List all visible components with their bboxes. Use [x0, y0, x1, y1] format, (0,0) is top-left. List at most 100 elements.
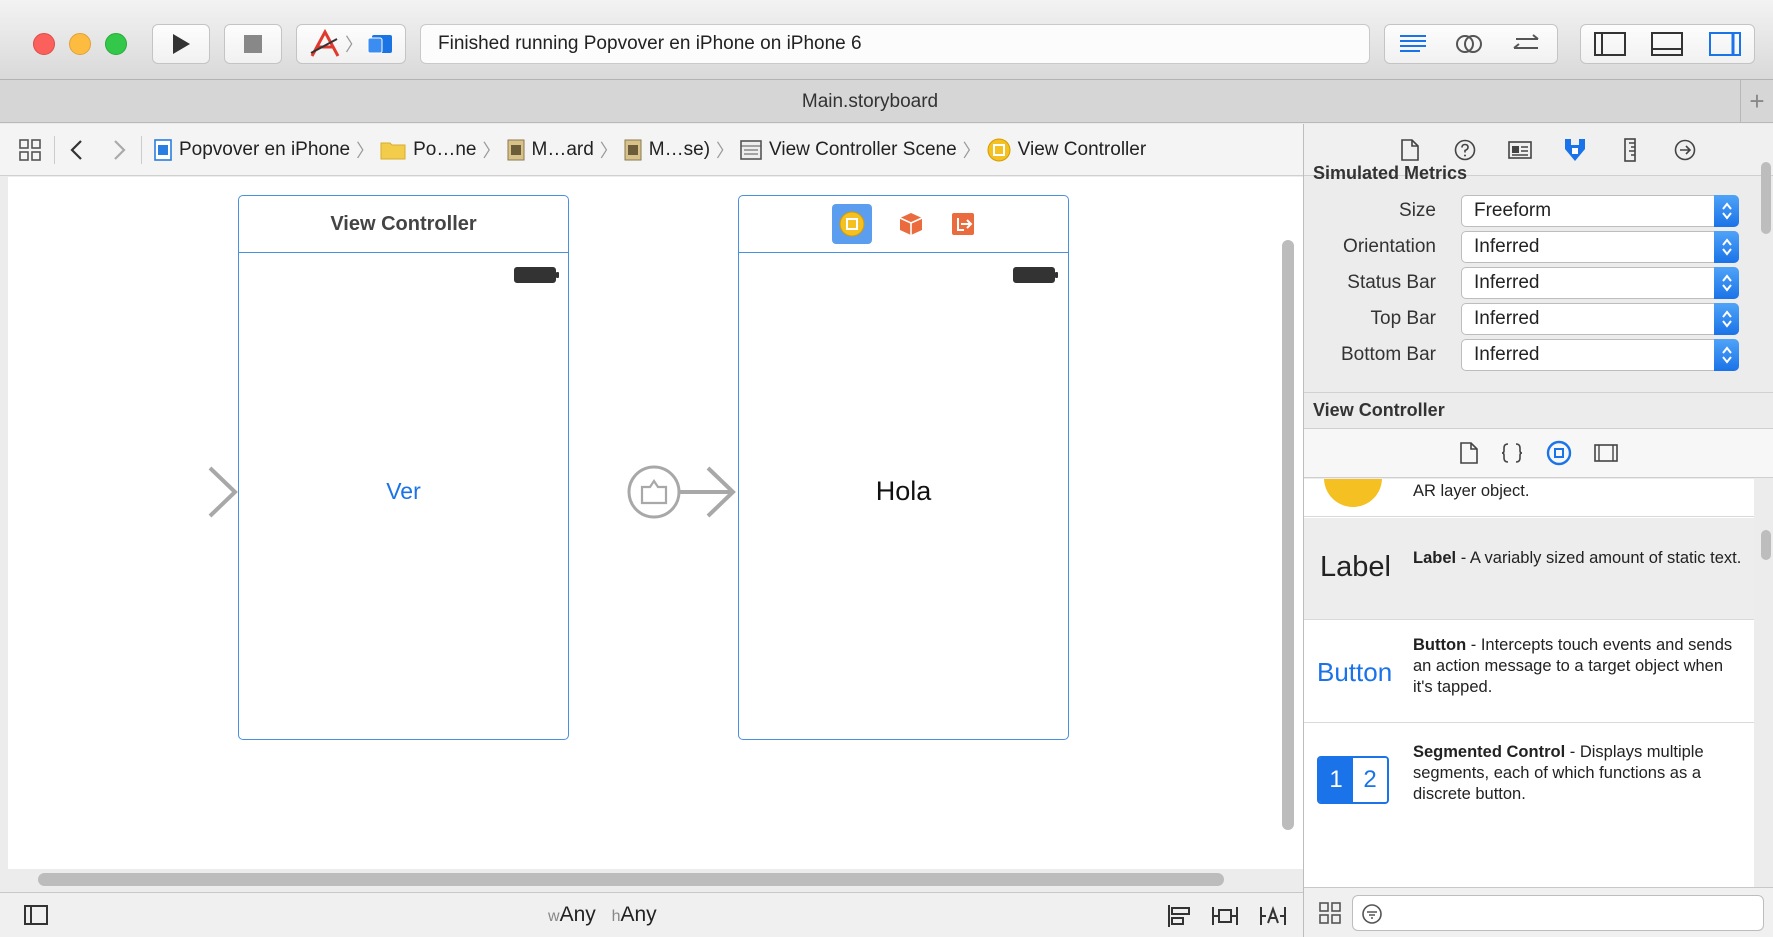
crumb-storyboard-base[interactable]: M…se)	[624, 139, 710, 161]
label-description: Label - A variably sized amount of stati…	[1413, 548, 1743, 569]
orientation-popup[interactable]: Inferred	[1461, 231, 1739, 263]
storyboard-canvas[interactable]: View Controller Ver Hola	[8, 177, 1303, 869]
library-filter-field[interactable]	[1352, 895, 1764, 931]
label-preview: Label	[1320, 551, 1391, 583]
related-items-icon[interactable]	[18, 138, 42, 162]
size-class-w-prefix: w	[548, 908, 560, 925]
size-class-control[interactable]: wAny hAny	[548, 903, 657, 927]
orientation-row: Orientation Inferred	[1304, 231, 1744, 263]
scene-2-dock[interactable]	[739, 196, 1068, 253]
object-library-list: AR layer object. Label Label - A variabl…	[1304, 479, 1754, 887]
view-controller-scene-1[interactable]: View Controller Ver	[238, 195, 569, 740]
stop-icon	[244, 35, 262, 53]
status-bar-label: Status Bar	[1347, 272, 1436, 293]
crumb-storyboard[interactable]: M…ard	[507, 139, 594, 161]
stop-button[interactable]	[224, 24, 282, 64]
tab-main-storyboard[interactable]: Main.storyboard	[0, 80, 1740, 123]
scheme-selector[interactable]: 〉	[296, 24, 406, 64]
debug-area-toggle-icon[interactable]	[1651, 32, 1684, 56]
version-editor-icon[interactable]	[1510, 33, 1544, 55]
object-library-icon[interactable]	[1546, 440, 1572, 466]
navigator-toggle-icon[interactable]	[1593, 32, 1626, 56]
hola-label[interactable]: Hola	[739, 476, 1068, 507]
size-class-h-prefix: h	[611, 908, 621, 925]
document-outline-toggle-icon[interactable]	[24, 905, 48, 925]
jumpbar-divider	[54, 135, 55, 164]
crumb-group-label: Po…ne	[413, 138, 477, 160]
scene-1-title: View Controller	[330, 212, 477, 235]
media-library-icon[interactable]	[1594, 443, 1618, 463]
code-snippet-library-icon[interactable]	[1500, 442, 1524, 464]
filter-icon	[1362, 904, 1382, 924]
view-controller-scene-2[interactable]: Hola	[738, 195, 1069, 740]
status-bar-popup[interactable]: Inferred	[1461, 267, 1739, 299]
ver-button[interactable]: Ver	[239, 478, 568, 505]
attributes-inspector-tab[interactable]	[1547, 124, 1602, 176]
close-window-button[interactable]	[33, 33, 55, 55]
bottom-bar-label: Bottom Bar	[1340, 344, 1436, 365]
utilities-toggle-icon[interactable]	[1709, 32, 1742, 56]
list-item-segmented-control[interactable]: 1 2 Segmented Control - Displays multipl…	[1304, 724, 1754, 844]
size-popup[interactable]: Freeform	[1461, 195, 1739, 227]
crumb-project-label: Popvover en iPhone	[179, 138, 351, 160]
resolve-auto-layout-icon[interactable]	[1258, 904, 1288, 928]
editor-mode-control	[1384, 24, 1558, 64]
list-item-button[interactable]: Button Button - Intercepts touch events …	[1304, 621, 1754, 723]
connections-inspector-tab[interactable]	[1657, 124, 1712, 176]
standard-editor-icon[interactable]	[1398, 33, 1428, 55]
pin-icon[interactable]	[1210, 904, 1240, 928]
minimize-window-button[interactable]	[69, 33, 91, 55]
crumb-project[interactable]: Popvover en iPhone	[154, 139, 350, 161]
section-divider	[1304, 392, 1773, 393]
crumb-view-controller[interactable]: View Controller	[987, 138, 1146, 162]
crumb-group[interactable]: Po…ne	[380, 138, 477, 161]
forward-arrow-icon[interactable]	[109, 138, 129, 162]
top-bar-value: Inferred	[1474, 308, 1540, 329]
ruler-icon	[1623, 137, 1636, 162]
segmented-control-description: Segmented Control - Displays multiple se…	[1413, 742, 1743, 805]
run-button[interactable]	[152, 24, 210, 64]
top-bar-row: Top Bar Inferred	[1304, 303, 1744, 335]
button-item-name: Button	[1413, 636, 1467, 654]
canvas-horizontal-scrollbar[interactable]	[38, 873, 1224, 886]
exit-icon[interactable]	[950, 211, 976, 237]
label-item-desc: - A variably sized amount of static text…	[1456, 549, 1742, 567]
library-footer	[1304, 887, 1773, 937]
crumb-separator: 〉	[599, 140, 618, 161]
segue-arrows	[88, 465, 736, 519]
bottom-bar-popup[interactable]: Inferred	[1461, 339, 1739, 371]
crumb-scene[interactable]: View Controller Scene	[740, 139, 957, 161]
back-arrow-icon[interactable]	[67, 138, 87, 162]
top-bar-popup[interactable]: Inferred	[1461, 303, 1739, 335]
list-item[interactable]: AR layer object.	[1304, 479, 1754, 517]
size-row: Size Freeform	[1304, 195, 1744, 227]
scene-1-header[interactable]: View Controller	[239, 196, 568, 253]
align-icon[interactable]	[1166, 904, 1192, 928]
label-item-name: Label	[1413, 549, 1457, 567]
view-controller-dock-icon[interactable]	[831, 204, 872, 244]
list-item-label[interactable]: Label Label - A variably sized amount of…	[1304, 518, 1754, 620]
crumb-storyboard-label: M…ard	[531, 138, 594, 160]
grid-view-icon[interactable]	[1318, 901, 1342, 925]
add-tab-button[interactable]: +	[1740, 80, 1773, 123]
popover-segue-icon	[627, 465, 681, 519]
identity-inspector-tab[interactable]	[1492, 124, 1547, 176]
bottom-bar-value: Inferred	[1474, 344, 1540, 365]
orientation-value: Inferred	[1474, 236, 1540, 257]
status-bar-row: Status Bar Inferred	[1304, 267, 1744, 299]
first-responder-icon[interactable]	[898, 211, 924, 237]
view-toggle-control	[1580, 24, 1755, 64]
canvas-vertical-scrollbar[interactable]	[1282, 240, 1294, 830]
size-label: Size	[1399, 200, 1436, 221]
zoom-window-button[interactable]	[105, 33, 127, 55]
battery-icon	[1013, 267, 1058, 283]
assistant-editor-icon[interactable]	[1454, 32, 1484, 56]
popup-arrows-icon	[1714, 195, 1739, 227]
inspector-scrollbar[interactable]	[1761, 162, 1771, 234]
storyboard-file-icon	[624, 139, 642, 160]
library-scrollbar[interactable]	[1761, 530, 1771, 560]
size-inspector-tab[interactable]	[1602, 124, 1657, 176]
jumpbar-divider	[141, 135, 142, 164]
file-template-library-icon[interactable]	[1460, 442, 1478, 464]
run-icon	[173, 34, 190, 54]
